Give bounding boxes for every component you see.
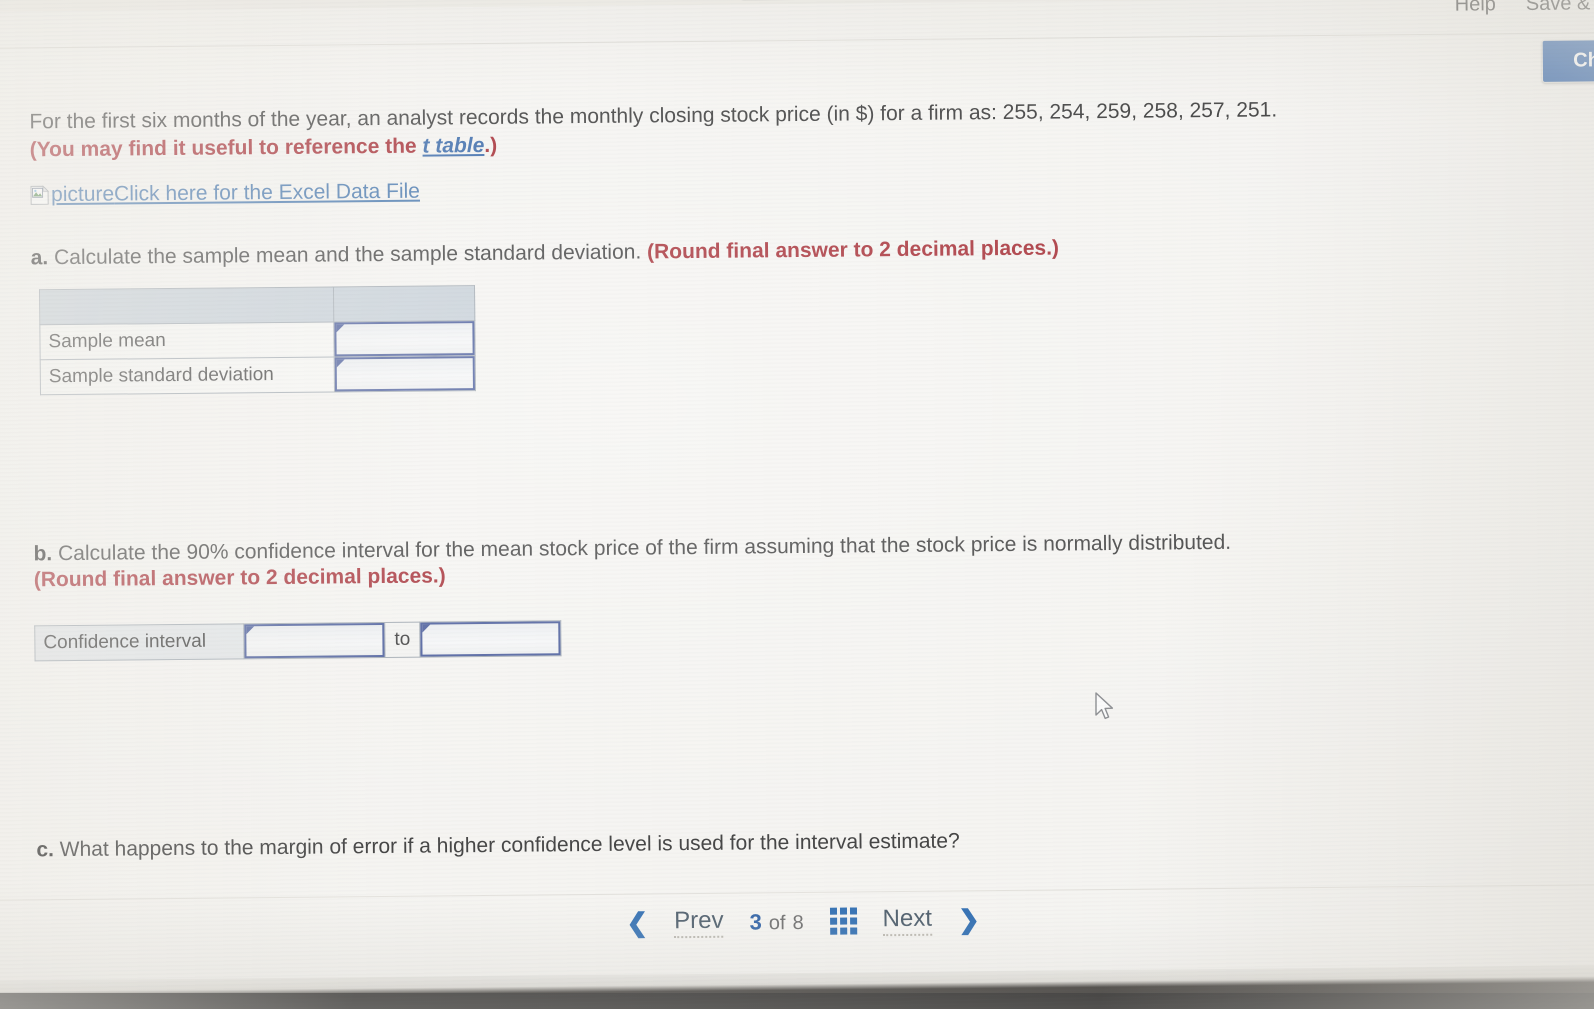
hint-prefix: (You may find it useful to reference the xyxy=(29,134,423,162)
grid-icon[interactable] xyxy=(829,907,857,935)
pager: ❮ Prev 3 of 8 Next ❯ xyxy=(0,898,1594,945)
confidence-interval-separator: to xyxy=(384,622,421,658)
sample-sd-input-cell xyxy=(334,355,476,392)
prev-button[interactable]: Prev xyxy=(674,906,724,939)
confidence-interval-lower-input[interactable] xyxy=(244,622,385,659)
excel-link-text-body: Click here for the Excel Data File xyxy=(114,179,421,206)
save-and-exit-link[interactable]: Save & xyxy=(1526,0,1591,16)
current-page-number: 3 xyxy=(749,908,762,934)
part-b-label: b. xyxy=(33,542,53,566)
photographed-screen: Help Save & Ch For the first six months … xyxy=(0,0,1594,1009)
question-content: For the first six months of the year, an… xyxy=(0,78,1594,894)
part-a-rounding-note: (Round final answer to 2 decimal places.… xyxy=(646,236,1060,264)
excel-link-label: pictureClick here for the Excel Data Fil… xyxy=(51,180,420,208)
hint-suffix: .) xyxy=(484,133,498,157)
header-links: Help Save & xyxy=(1455,0,1591,17)
table-row: Sample standard deviation xyxy=(40,355,476,395)
chevron-left-icon[interactable]: ❮ xyxy=(626,907,648,938)
page-count: 3 of 8 xyxy=(749,908,803,935)
answer-table-b: Confidence interval to xyxy=(34,620,562,661)
part-a-label: a. xyxy=(30,246,49,270)
header-cell-right xyxy=(333,285,475,322)
homework-page: Help Save & Ch For the first six months … xyxy=(0,0,1594,998)
question-hint: (You may find it useful to reference the… xyxy=(30,133,498,163)
part-b-rounding-note: (Round final answer to 2 decimal places.… xyxy=(33,564,446,592)
total-page-number: 8 xyxy=(792,911,804,934)
help-link[interactable]: Help xyxy=(1455,0,1496,17)
sample-mean-label: Sample mean xyxy=(39,321,335,360)
part-c-prompt: c. What happens to the margin of error i… xyxy=(36,828,960,863)
sample-mean-input-cell xyxy=(333,320,476,357)
sample-standard-deviation-input[interactable] xyxy=(334,356,475,392)
answer-table-a: Sample mean Sample standard deviation xyxy=(39,285,476,395)
ci-upper-input-cell xyxy=(419,620,562,658)
part-b-prompt: b. Calculate the 90% confidence interval… xyxy=(33,530,1231,567)
sample-sd-label: Sample standard deviation xyxy=(40,356,335,395)
table-header-row xyxy=(39,285,475,325)
browser-tab[interactable] xyxy=(736,0,829,1)
excel-icon-alt-text: picture xyxy=(50,182,115,207)
header-cell-left xyxy=(39,286,334,325)
part-a-prompt: a. Calculate the sample mean and the sam… xyxy=(31,235,1060,271)
part-a-text: Calculate the sample mean and the sample… xyxy=(53,240,642,270)
part-c-text: What happens to the margin of error if a… xyxy=(59,829,960,862)
ci-lower-input-cell xyxy=(243,622,386,659)
broken-image-icon xyxy=(30,185,50,205)
check-my-work-button[interactable]: Ch xyxy=(1542,38,1594,83)
sample-mean-input[interactable] xyxy=(334,321,475,357)
question-stem: For the first six months of the year, an… xyxy=(29,98,1278,134)
table-row: Confidence interval to xyxy=(34,620,562,661)
part-b-text: Calculate the 90% confidence interval fo… xyxy=(57,530,1232,566)
t-table-link[interactable]: t table xyxy=(422,134,484,158)
chevron-right-icon[interactable]: ❯ xyxy=(958,904,980,935)
next-button[interactable]: Next xyxy=(882,904,933,937)
of-label: of xyxy=(768,911,786,934)
excel-data-file-link[interactable]: pictureClick here for the Excel Data Fil… xyxy=(30,180,420,208)
monitor-bezel-shadow xyxy=(0,993,1594,1009)
table-row: Sample mean xyxy=(39,320,476,360)
confidence-interval-label: Confidence interval xyxy=(34,623,245,661)
part-c-label: c. xyxy=(36,838,55,862)
confidence-interval-upper-input[interactable] xyxy=(420,621,561,657)
